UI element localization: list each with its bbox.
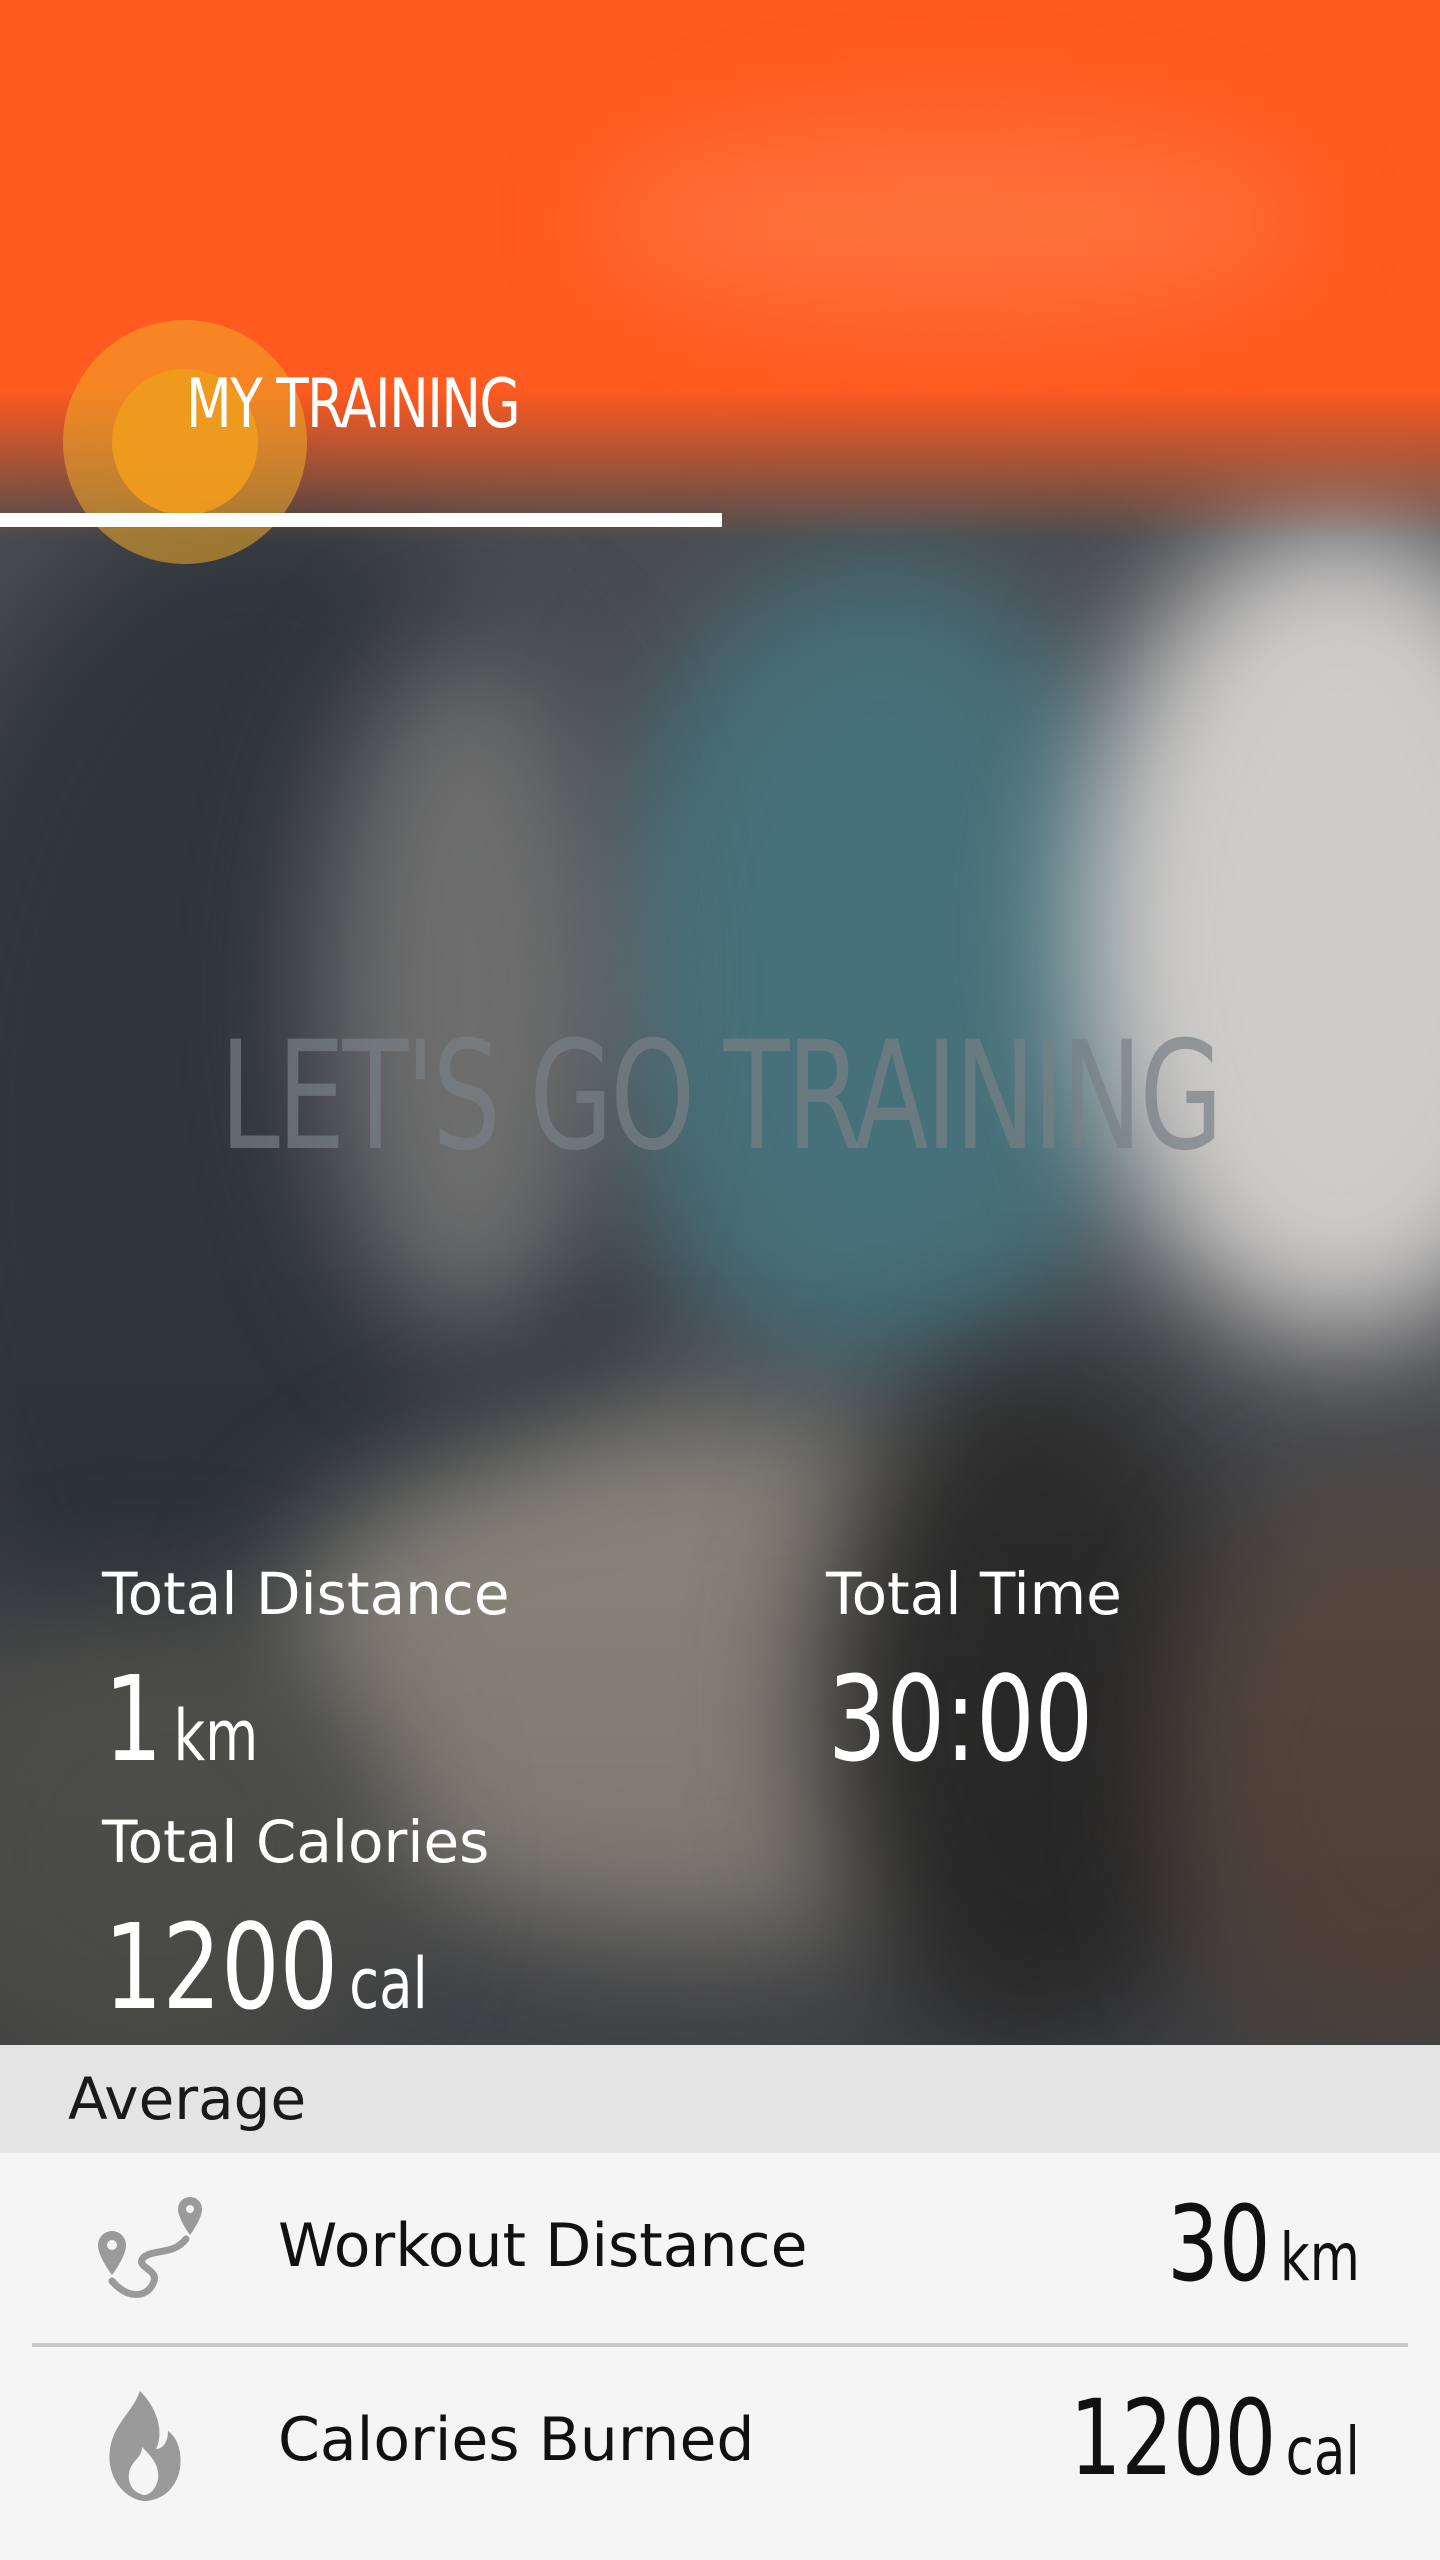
training-screen: MY TRAINING LET'S GO TRAINING Total Dist… [0, 0, 1440, 2560]
workout-distance-unit: km [1280, 2219, 1360, 2296]
calories-burned-label: Calories Burned [278, 2405, 755, 2475]
total-calories-unit: cal [349, 1943, 428, 2025]
workout-distance-value: 30 km [1167, 2183, 1360, 2305]
average-title: Average [68, 2065, 307, 2133]
hero-tagline: LET'S GO TRAINING [219, 1010, 1223, 1184]
average-section-header: Average [0, 2045, 1440, 2153]
workout-distance-label: Workout Distance [278, 2211, 808, 2281]
route-icon [74, 2193, 214, 2313]
workout-distance-number: 30 [1167, 2183, 1271, 2305]
list-item-workout-distance[interactable]: Workout Distance 30 km [0, 2153, 1440, 2347]
flame-icon [74, 2387, 214, 2507]
page-title[interactable]: MY TRAINING [186, 365, 521, 444]
total-calories-value: 1200 cal [104, 1898, 428, 2036]
average-list: Workout Distance 30 km Calories Burned 12… [0, 2153, 1440, 2560]
list-item-calories-burned[interactable]: Calories Burned 1200 cal [0, 2347, 1440, 2537]
calories-burned-value: 1200 cal [1070, 2377, 1360, 2499]
total-time-label: Total Time [826, 1560, 1122, 1628]
total-calories-number: 1200 [104, 1898, 339, 2036]
total-calories-label: Total Calories [102, 1808, 490, 1876]
calories-burned-number: 1200 [1070, 2377, 1277, 2499]
total-distance-number: 1 [104, 1650, 163, 1788]
total-distance-label: Total Distance [102, 1560, 510, 1628]
title-underline [0, 513, 722, 527]
calories-burned-unit: cal [1285, 2413, 1360, 2490]
total-time-value: 30:00 [828, 1650, 1093, 1788]
total-distance-value: 1 km [104, 1650, 258, 1788]
total-distance-unit: km [173, 1695, 259, 1777]
total-time-number: 30:00 [828, 1650, 1094, 1788]
